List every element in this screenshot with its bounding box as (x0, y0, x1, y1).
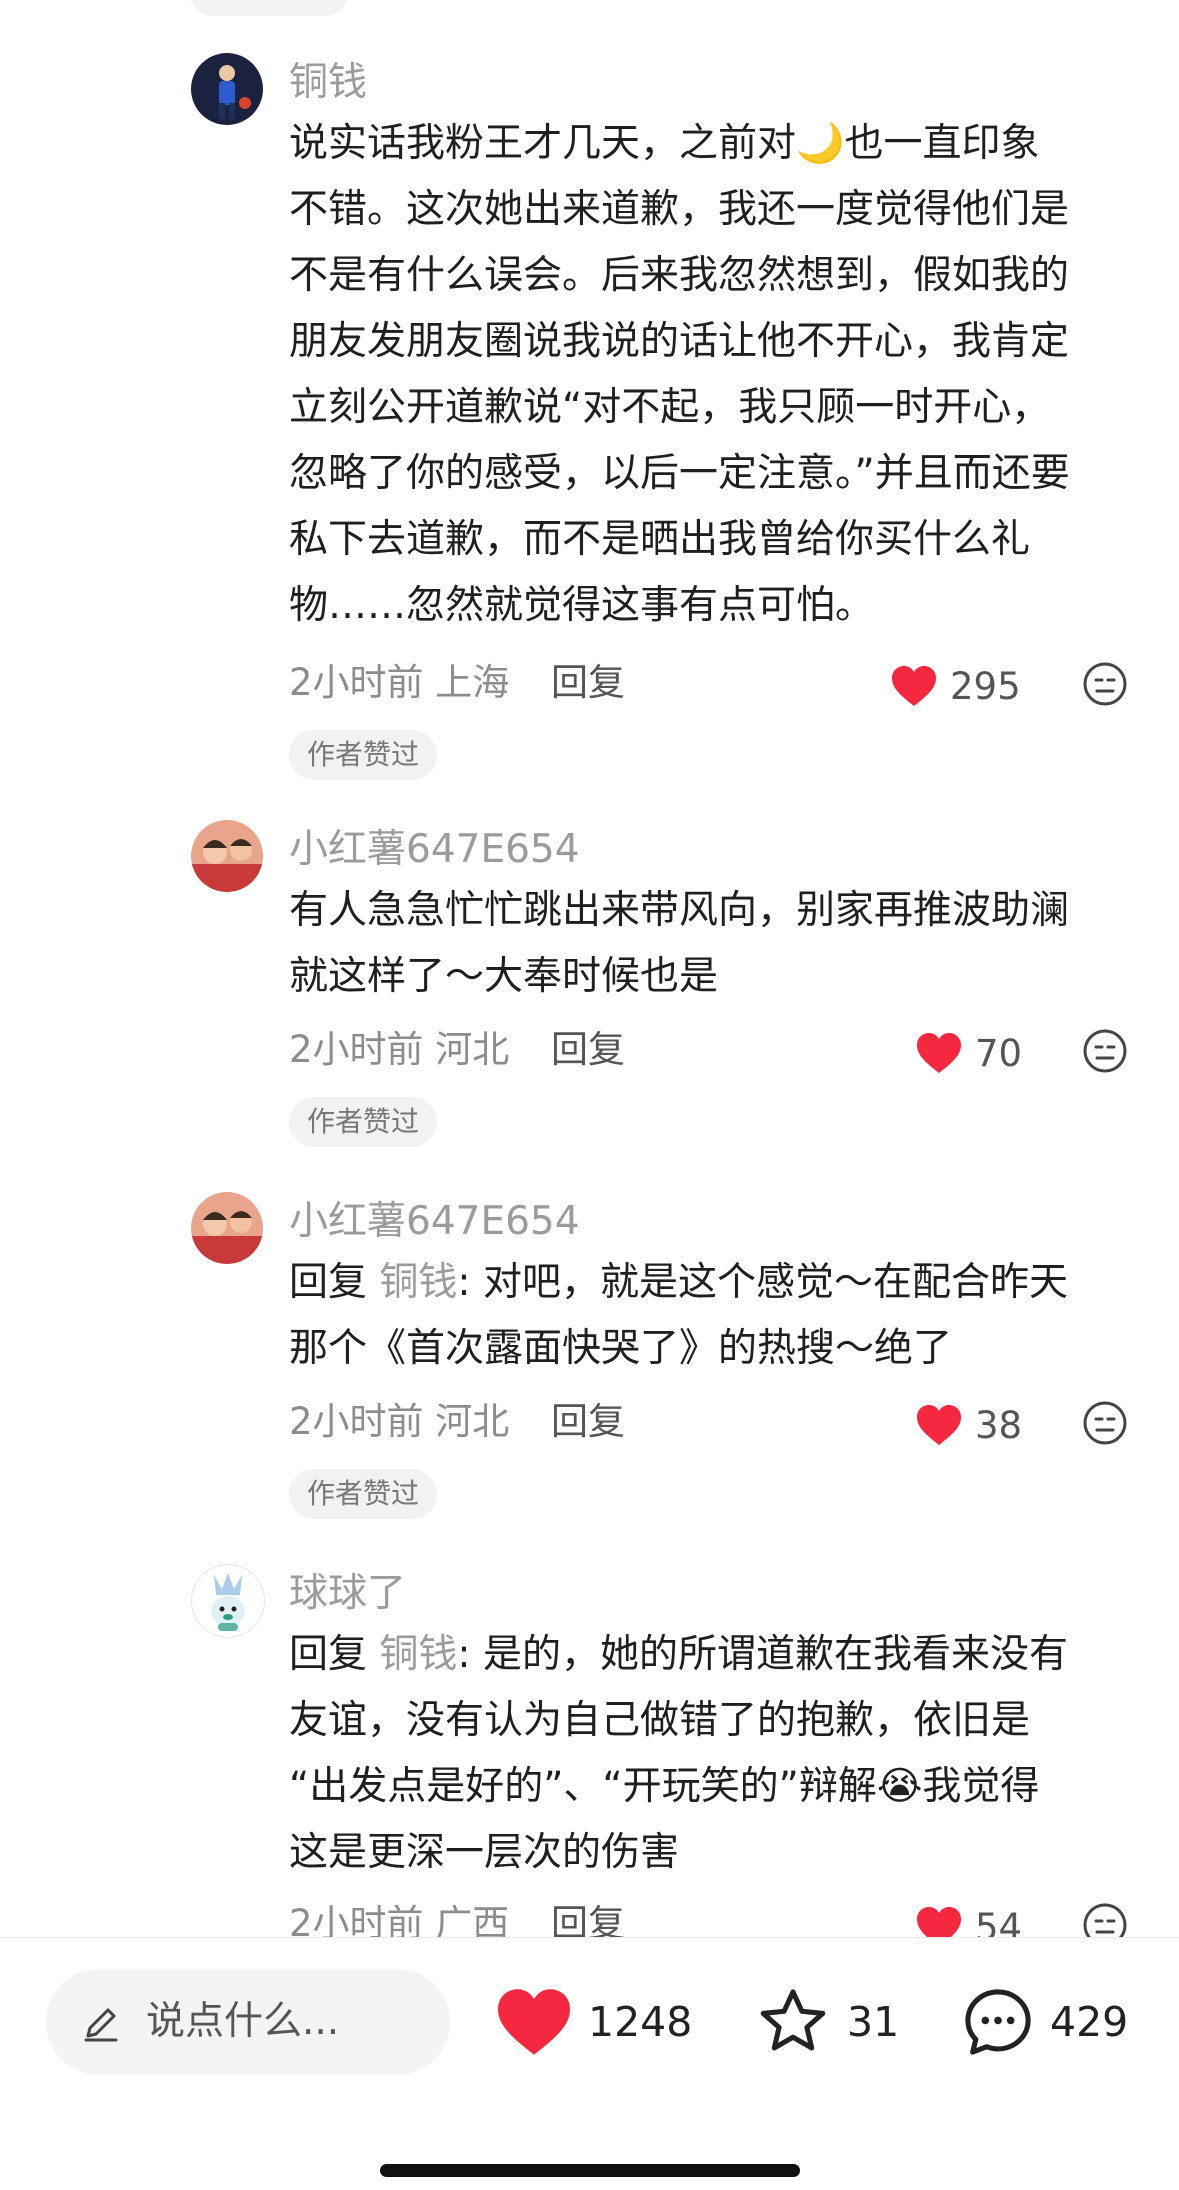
comment-username[interactable]: 小红薯647E654 (289, 820, 580, 880)
like-count: 70 (975, 1031, 1023, 1075)
reply-button[interactable]: 回复 (551, 1392, 625, 1452)
heart-filled-icon (917, 1907, 961, 1937)
emoji-reaction-icon[interactable] (1082, 661, 1128, 707)
comment-username[interactable]: 铜钱 (289, 53, 367, 113)
heart-filled-icon (917, 1405, 961, 1445)
comment-time-location: 2小时前 河北 (289, 1028, 510, 1071)
reply-to-username[interactable]: 铜钱 (379, 1260, 457, 1305)
post-like-button[interactable]: 1248 (494, 1986, 692, 2058)
heart-filled-icon (498, 1989, 570, 2055)
avatar[interactable] (191, 1192, 263, 1264)
comment-time-location: 2小时前 河北 (289, 1400, 510, 1443)
chat-bubble-icon (965, 1989, 1031, 2055)
reply-button[interactable]: 回复 (551, 1894, 625, 1937)
author-liked-badge-partial (190, 0, 348, 16)
comment-text: 回复 铜钱: 对吧，就是这个感觉～在配合昨天 那个《首次露面快哭了》的热搜～绝了 (289, 1250, 1139, 1382)
star-icon (760, 1989, 826, 2051)
favorite-count: 31 (847, 1998, 900, 2046)
post-like-count: 1248 (588, 1998, 693, 2046)
avatar-image (191, 820, 263, 892)
comment-username[interactable]: 球球了 (289, 1564, 406, 1624)
author-liked-badge: 作者赞过 (289, 1097, 438, 1147)
comments-button[interactable]: 429 (960, 1986, 1128, 2058)
bottom-action-bar: 说点什么... 1248 31 429 (0, 1937, 1179, 2190)
home-indicator[interactable] (380, 2164, 800, 2177)
like-count: 295 (950, 664, 1021, 708)
emoji-reaction-icon[interactable] (1082, 1902, 1128, 1937)
favorite-button[interactable]: 31 (753, 1986, 899, 2058)
like-count: 54 (975, 1905, 1023, 1938)
author-liked-badge: 作者赞过 (289, 730, 438, 780)
comment-input-placeholder: 说点什么... (146, 1999, 340, 2044)
pencil-icon (84, 2008, 118, 2042)
reply-button[interactable]: 回复 (551, 653, 625, 713)
comment-meta-row: 2小时前 上海 回复 295 (289, 653, 1129, 713)
avatar-image (192, 1565, 264, 1637)
comment-time-location: 2小时前 上海 (289, 661, 510, 704)
comment-list[interactable]: 铜钱 说实话我粉王才几天，之前对🌙也一直印象 不错。这次她出来道歉，我还一度觉得… (0, 0, 1179, 1937)
comment-time-location: 2小时前 广西 (289, 1902, 510, 1937)
comment-input[interactable]: 说点什么... (46, 1969, 450, 2075)
avatar-image (191, 1192, 263, 1264)
comment-text: 回复 铜钱: 是的，她的所谓道歉在我看来没有 友谊，没有认为自己做错了的抱歉，依… (289, 1622, 1139, 1886)
like-button[interactable]: 70 (915, 1028, 1022, 1078)
like-button[interactable]: 295 (890, 661, 1021, 711)
avatar[interactable] (191, 820, 263, 892)
reply-to-username[interactable]: 铜钱 (379, 1632, 457, 1677)
author-liked-badge: 作者赞过 (289, 1469, 438, 1519)
reply-prefix: 回复 (289, 1632, 380, 1677)
emoji-reaction-icon[interactable] (1082, 1400, 1128, 1446)
emoji-reaction-icon[interactable] (1082, 1028, 1128, 1074)
like-count: 38 (975, 1403, 1023, 1447)
avatar[interactable] (191, 53, 263, 125)
avatar[interactable] (191, 1564, 265, 1638)
comment-meta-row: 2小时前 广西 回复 54 (289, 1894, 1129, 1937)
like-button[interactable]: 38 (915, 1400, 1022, 1450)
comment-username[interactable]: 小红薯647E654 (289, 1192, 580, 1252)
comment-meta-row: 2小时前 河北 回复 38 (289, 1392, 1129, 1452)
reply-button[interactable]: 回复 (551, 1020, 625, 1080)
heart-filled-icon (892, 666, 936, 706)
comment-meta-row: 2小时前 河北 回复 70 (289, 1020, 1129, 1080)
reply-prefix: 回复 (289, 1260, 380, 1305)
avatar-image (191, 53, 263, 125)
like-button[interactable]: 54 (915, 1902, 1022, 1937)
comment-text: 说实话我粉王才几天，之前对🌙也一直印象 不错。这次她出来道歉，我还一度觉得他们是… (289, 121, 1070, 628)
heart-filled-icon (917, 1033, 961, 1073)
comment-count: 429 (1050, 1998, 1129, 2046)
comment-text: 有人急急忙忙跳出来带风向，别家再推波助澜 就这样了～大奉时候也是 (289, 888, 1070, 999)
